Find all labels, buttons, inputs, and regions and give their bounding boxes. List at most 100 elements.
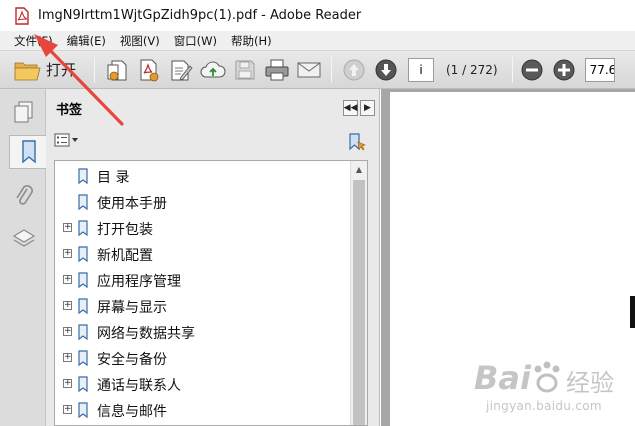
- find-current-bookmark-button[interactable]: [347, 132, 367, 155]
- menu-edit[interactable]: 编辑(E): [61, 33, 112, 49]
- zoom-in-button[interactable]: [549, 55, 579, 85]
- open-button-label: 打开: [46, 61, 77, 79]
- triangle-up-icon: ▲: [355, 165, 363, 174]
- folder-icon: [14, 62, 41, 80]
- document-viewport[interactable]: [381, 89, 635, 426]
- layers-button[interactable]: [8, 221, 40, 255]
- bookmark-panel-title: 书签: [56, 102, 83, 118]
- collapse-panel-button[interactable]: ◀◀: [343, 100, 358, 116]
- menu-bar: 文件(F) 编辑(E) 视图(V) 窗口(W) 帮助(H): [0, 31, 635, 51]
- bookmark-icon: [78, 194, 88, 211]
- edit-document-icon: [171, 60, 193, 81]
- floppy-disk-icon: [235, 60, 255, 79]
- expand-panel-button[interactable]: ▶: [360, 100, 375, 116]
- upload-button[interactable]: [197, 55, 229, 85]
- pdf-file-icon: [15, 6, 29, 25]
- scroll-up-button[interactable]: ▲: [351, 161, 367, 178]
- menu-file[interactable]: 文件(F): [8, 33, 59, 49]
- find-bookmark-icon: [349, 133, 366, 151]
- bookmark-icon: [78, 272, 88, 289]
- chevron-right-icon: ▶: [364, 103, 371, 113]
- printer-icon: [265, 59, 289, 80]
- bookmark-label: 信息与邮件: [97, 404, 167, 420]
- bookmark-icon: [78, 376, 88, 393]
- pdf-page: [390, 92, 635, 426]
- layers-icon: [12, 229, 36, 247]
- menu-window[interactable]: 窗口(W): [168, 33, 223, 49]
- bookmark-item[interactable]: + 通话与联系人: [55, 371, 355, 397]
- expand-toggle[interactable]: +: [63, 353, 72, 362]
- toolbar-separator: [94, 56, 95, 83]
- scrollbar-thumb[interactable]: [353, 180, 365, 425]
- bookmark-label: 通话与联系人: [97, 378, 181, 394]
- bookmark-icon: [21, 140, 36, 164]
- bookmark-item[interactable]: + 新机配置: [55, 241, 355, 267]
- arrow-up-icon: [343, 59, 365, 80]
- bookmark-item[interactable]: + 安全与备份: [55, 345, 355, 371]
- title-bar: ImgN9lrttm1WjtGpZidh9pc(1).pdf - Adobe R…: [0, 0, 635, 31]
- paperclip-icon: [16, 185, 33, 205]
- bookmark-label: 网络与数据共享: [97, 326, 195, 342]
- envelope-icon: [297, 62, 321, 77]
- bookmark-panel-toolbar: [46, 127, 379, 155]
- bookmark-label: 应用程序管理: [97, 274, 181, 290]
- bookmarks-tab-button[interactable]: [9, 135, 47, 169]
- panel-collapse-controls: ◀◀ ▶: [343, 100, 375, 116]
- zoom-input[interactable]: 77.6: [584, 57, 615, 82]
- bookmark-label: 使用本手册: [97, 196, 167, 212]
- bookmark-icon: [78, 324, 88, 341]
- bookmark-label: 打开包装: [97, 222, 153, 238]
- save-button[interactable]: [229, 55, 261, 85]
- expand-toggle[interactable]: +: [63, 301, 72, 310]
- expand-toggle[interactable]: +: [63, 249, 72, 258]
- email-button[interactable]: [293, 55, 325, 85]
- bookmark-item[interactable]: + 应用程序管理: [55, 267, 355, 293]
- page-content-fragment: [630, 296, 635, 328]
- bookmark-icon: [78, 246, 88, 263]
- bookmark-item[interactable]: 目 录: [55, 163, 355, 189]
- next-page-button[interactable]: [370, 55, 402, 85]
- create-pdf-button[interactable]: [101, 55, 133, 85]
- page-number-input[interactable]: i: [408, 57, 434, 82]
- bookmark-panel-header: 书签 ◀◀ ▶: [46, 89, 379, 127]
- menu-help[interactable]: 帮助(H): [225, 33, 278, 49]
- previous-page-button[interactable]: [338, 55, 370, 85]
- expand-toggle[interactable]: +: [63, 379, 72, 388]
- open-button[interactable]: 打开: [14, 55, 88, 85]
- bookmark-icon: [78, 220, 88, 237]
- cloud-upload-icon: [200, 61, 226, 77]
- attachments-button[interactable]: [8, 179, 40, 213]
- page-thumbnails-icon: [14, 101, 33, 123]
- menu-view[interactable]: 视图(V): [114, 33, 166, 49]
- expand-toggle[interactable]: +: [63, 223, 72, 232]
- double-chevron-left-icon: ◀◀: [343, 103, 358, 113]
- page-count-label: (1 / 272): [446, 62, 498, 77]
- bookmark-item[interactable]: + 信息与邮件: [55, 397, 355, 423]
- toolbar-separator: [511, 56, 513, 83]
- edit-pdf-button[interactable]: [165, 55, 197, 85]
- bookmark-icon: [78, 298, 88, 315]
- pdf-document-icon: [140, 59, 159, 81]
- expand-toggle[interactable]: +: [63, 327, 72, 336]
- bookmark-item[interactable]: + 网络与数据共享: [55, 319, 355, 345]
- bookmark-item[interactable]: + 打开包装: [55, 215, 355, 241]
- bookmark-options-button[interactable]: [54, 133, 80, 147]
- zoom-out-button[interactable]: [519, 55, 545, 85]
- bookmark-tree: 目 录 使用本手册 + 打开包装 + 新机配置 + 应用程序管理 + 屏幕与显示…: [54, 160, 368, 426]
- print-button[interactable]: [261, 55, 293, 85]
- bookmark-icon: [78, 402, 88, 419]
- bookmark-label: 安全与备份: [97, 352, 167, 368]
- create-pdf-icon: [107, 60, 127, 80]
- bookmark-item[interactable]: + 屏幕与显示: [55, 293, 355, 319]
- expand-toggle[interactable]: +: [63, 275, 72, 284]
- navigation-pane-strip: [0, 89, 47, 426]
- toolbar: 打开 i (1 / 272) 77.6: [0, 51, 635, 89]
- bookmark-tree-scrollbar[interactable]: ▲: [350, 161, 367, 425]
- options-menu-icon: [54, 133, 78, 147]
- combine-pdf-button[interactable]: [133, 55, 165, 85]
- expand-toggle[interactable]: +: [63, 405, 72, 414]
- bookmark-item[interactable]: 使用本手册: [55, 189, 355, 215]
- page-thumbnails-button[interactable]: [8, 95, 40, 129]
- bookmark-icon: [78, 168, 88, 185]
- plus-icon: [553, 59, 575, 80]
